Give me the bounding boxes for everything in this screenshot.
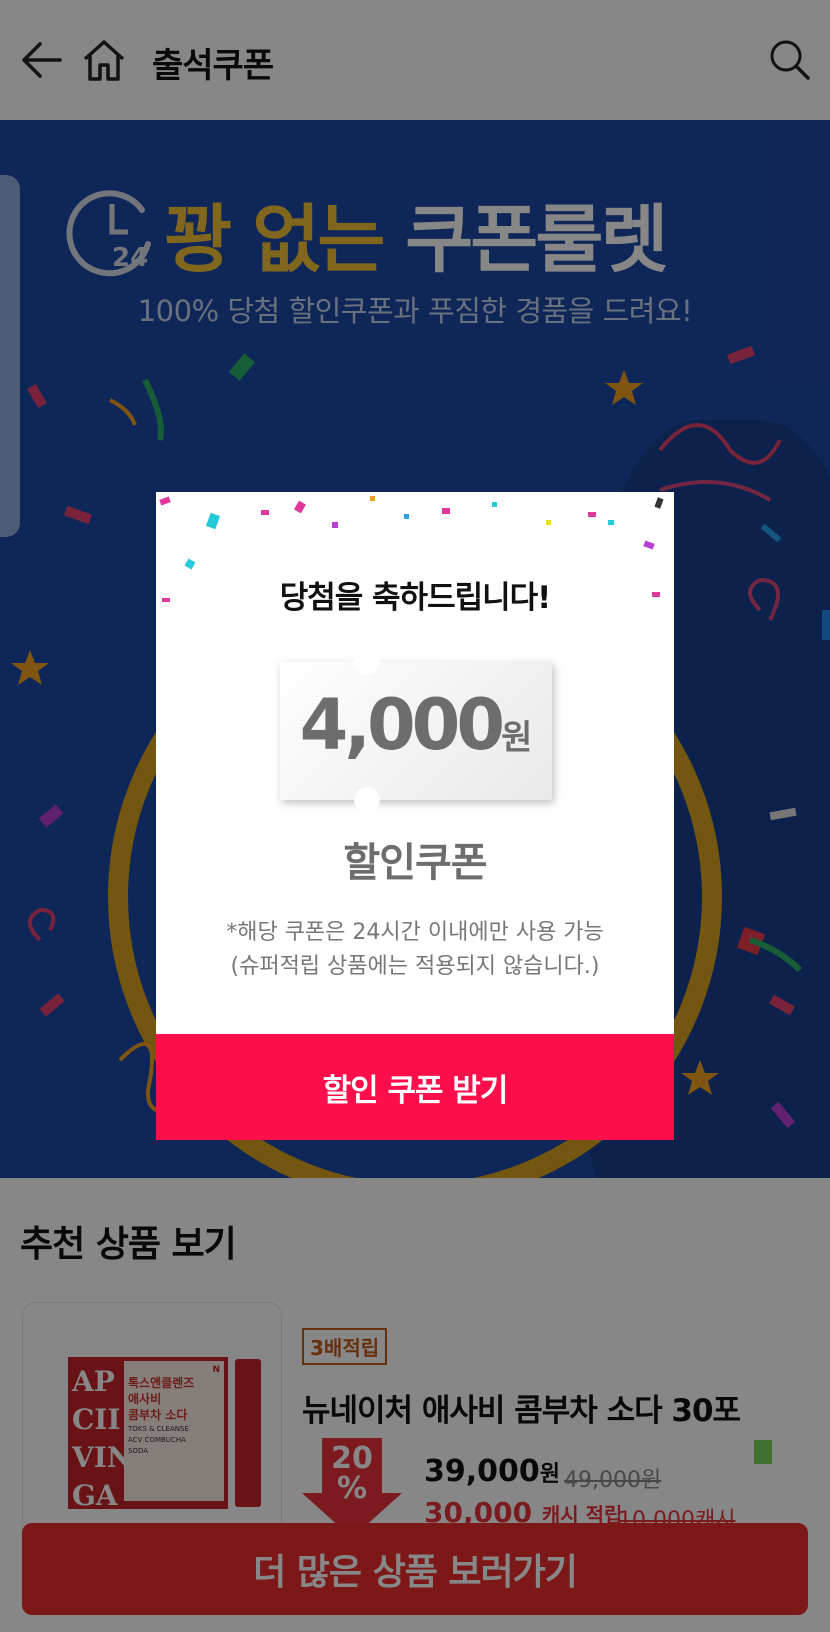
modal-title: 당첨을 축하드립니다! (279, 580, 552, 616)
coupon-amount: 4,000원 (299, 684, 533, 766)
coupon-ticket: 4,000원 (280, 649, 552, 813)
ticket-notch-top (354, 649, 380, 675)
coupon-label: 할인쿠폰 (343, 840, 487, 886)
ticket-notch-bottom (354, 787, 380, 813)
coupon-notice: *해당 쿠폰은 24시간 이내에만 사용 가능 (슈퍼적립 상품에는 적용되지 … (226, 920, 604, 979)
get-coupon-button[interactable]: 할인 쿠폰 받기 (156, 1034, 674, 1140)
win-coupon-modal: 당첨을 축하드립니다! 4,000원 할인쿠폰 *해당 쿠폰은 24시간 이내에… (156, 492, 674, 1140)
